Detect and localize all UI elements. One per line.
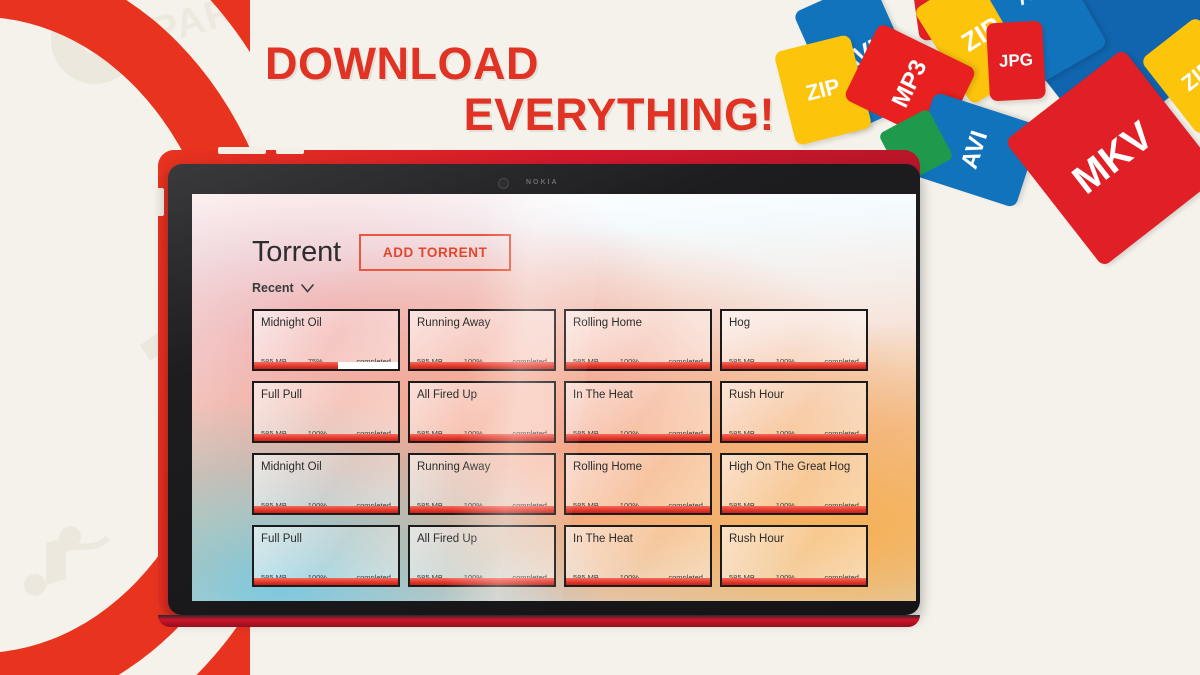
torrent-card[interactable]: Full Pull585 MB100%completed (252, 381, 400, 443)
torrent-progress-fill (722, 362, 866, 369)
torrent-progress-fill (566, 434, 710, 441)
file-badge-label: MKV (1064, 112, 1162, 203)
torrent-progress-fill (410, 506, 554, 513)
tablet-bottom-edge (158, 615, 920, 627)
torrent-card-title: Rolling Home (573, 461, 643, 473)
torrent-progress-track (722, 434, 866, 441)
sort-dropdown-label: Recent (252, 281, 294, 295)
torrent-progress-track (254, 506, 398, 513)
torrent-app: Torrent ADD TORRENT Recent Midnight Oil5… (252, 234, 877, 587)
torrent-card-title: All Fired Up (417, 389, 478, 401)
torrent-card-title: Hog (729, 317, 751, 329)
torrent-card[interactable]: Full Pull585 MB100%completed (252, 525, 400, 587)
poster-canvas: GAME ON ACTION PARTY DOWN DOWNLOAD EVERY… (0, 0, 1200, 675)
torrent-card-title: Full Pull (261, 389, 302, 401)
torrent-progress-fill (254, 434, 398, 441)
torrent-progress-track (254, 578, 398, 585)
torrent-progress-fill (410, 578, 554, 585)
torrent-card-title: Midnight Oil (261, 461, 322, 473)
headline-line-1: DOWNLOAD (265, 38, 539, 89)
torrent-progress-fill (722, 506, 866, 513)
torrent-progress-track (566, 506, 710, 513)
torrent-card-title: All Fired Up (417, 533, 478, 545)
brand-logo: NOKIA (526, 179, 559, 186)
app-header: Torrent ADD TORRENT (252, 234, 877, 271)
torrent-progress-track (254, 434, 398, 441)
tablet-bezel: NOKIA Torrent ADD TORRENT Recent Midnigh… (168, 164, 920, 615)
torrent-card[interactable]: Running Away585 MB100%completed (408, 453, 556, 515)
file-badge-label: AVI (1013, 0, 1052, 11)
torrent-progress-track (410, 434, 554, 441)
torrent-progress-fill (254, 362, 338, 369)
torrent-card[interactable]: Rush Hour585 MB100%completed (720, 381, 868, 443)
torrent-card-title: Rush Hour (729, 533, 784, 545)
torrent-progress-fill (722, 434, 866, 441)
torrent-progress-track (722, 578, 866, 585)
torrent-grid: Midnight Oil585 MB75%completedRunning Aw… (252, 309, 877, 587)
torrent-progress-fill (254, 506, 398, 513)
torrent-card[interactable]: Midnight Oil585 MB100%completed (252, 453, 400, 515)
torrent-progress-track (410, 362, 554, 369)
tablet-top-button-volume[interactable] (276, 147, 304, 154)
file-badge-label: JPG (998, 50, 1034, 71)
torrent-card[interactable]: Rush Hour585 MB100%completed (720, 525, 868, 587)
torrent-progress-fill (410, 362, 554, 369)
torrent-progress-fill (566, 362, 710, 369)
torrent-card-title: Rolling Home (573, 317, 643, 329)
torrent-card[interactable]: All Fired Up585 MB100%completed (408, 381, 556, 443)
file-badge-label: ZIP (803, 73, 843, 106)
torrent-progress-track (254, 362, 398, 369)
torrent-card-title: Midnight Oil (261, 317, 322, 329)
torrent-progress-track (722, 362, 866, 369)
torrent-card-title: In The Heat (573, 533, 633, 545)
page-headline: DOWNLOAD EVERYTHING! (265, 38, 785, 140)
camera-dot-icon (498, 178, 509, 189)
torrent-progress-track (410, 578, 554, 585)
torrent-progress-fill (254, 578, 398, 585)
tablet-screen: Torrent ADD TORRENT Recent Midnight Oil5… (192, 194, 916, 601)
torrent-card[interactable]: In The Heat585 MB100%completed (564, 381, 712, 443)
torrent-progress-track (566, 434, 710, 441)
file-badge-label: AVI (955, 127, 994, 173)
page-title: Torrent (252, 236, 341, 268)
torrent-progress-track (410, 506, 554, 513)
torrent-card[interactable]: Rolling Home585 MB100%completed (564, 309, 712, 371)
tablet-side-button[interactable] (155, 188, 164, 216)
torrent-card[interactable]: In The Heat585 MB100%completed (564, 525, 712, 587)
torrent-card-title: In The Heat (573, 389, 633, 401)
file-badge-label: ZIP (1176, 55, 1200, 96)
torrent-progress-track (722, 506, 866, 513)
torrent-card-title: Full Pull (261, 533, 302, 545)
torrent-card[interactable]: Hog585 MB100%completed (720, 309, 868, 371)
torrent-card[interactable]: Rolling Home585 MB100%completed (564, 453, 712, 515)
torrent-progress-fill (566, 506, 710, 513)
torrent-card[interactable]: All Fired Up585 MB100%completed (408, 525, 556, 587)
add-torrent-button[interactable]: ADD TORRENT (358, 234, 512, 271)
torrent-card-title: High On The Great Hog (729, 461, 851, 473)
file-badge-label: MP3 (886, 55, 933, 112)
chevron-down-icon (300, 283, 314, 293)
tablet-device: NOKIA Torrent ADD TORRENT Recent Midnigh… (155, 147, 920, 627)
torrent-progress-track (566, 362, 710, 369)
torrent-card[interactable]: High On The Great Hog585 MB100%completed (720, 453, 868, 515)
torrent-progress-fill (566, 578, 710, 585)
torrent-card-title: Rush Hour (729, 389, 784, 401)
file-badge-jpg-2: JPG (985, 20, 1047, 102)
torrent-progress-fill (410, 434, 554, 441)
torrent-card[interactable]: Midnight Oil585 MB75%completed (252, 309, 400, 371)
torrent-card-title: Running Away (417, 317, 491, 329)
headline-line-2: EVERYTHING! (463, 89, 775, 140)
sort-dropdown[interactable]: Recent (252, 281, 877, 295)
torrent-progress-fill (722, 578, 866, 585)
torrent-card[interactable]: Running Away585 MB100%completed (408, 309, 556, 371)
torrent-card-title: Running Away (417, 461, 491, 473)
torrent-progress-track (566, 578, 710, 585)
tablet-top-button-power[interactable] (218, 147, 266, 154)
